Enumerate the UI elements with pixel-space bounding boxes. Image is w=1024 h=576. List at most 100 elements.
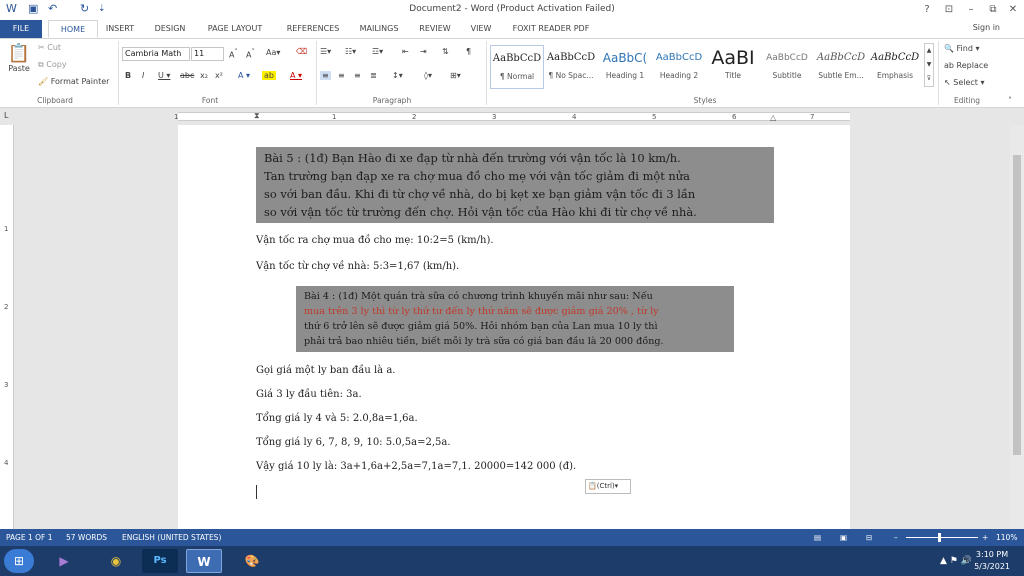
shading-icon[interactable]: ◊▾ [424,71,432,80]
decrease-indent-icon[interactable]: ⇤ [402,47,409,56]
tab-mailings[interactable]: MAILINGS [354,20,404,38]
replace-label: Replace [956,61,989,70]
find-button[interactable]: 🔍 Find ▾ [944,44,979,53]
print-layout-icon[interactable]: ▣ [840,533,847,542]
tab-design[interactable]: DESIGN [148,20,192,38]
page-count[interactable]: PAGE 1 OF 1 [6,533,53,542]
ribbon-display-options-button[interactable]: ⊡ [938,2,960,18]
word-taskbar-icon[interactable]: W [186,549,222,573]
photoshop-icon[interactable]: Ps [142,549,178,573]
clear-formatting-icon[interactable]: ⌫ [296,47,307,56]
bullets-icon[interactable]: ☰▾ [320,47,331,56]
paste-options-button[interactable]: 📋(Ctrl)▾ [585,479,631,494]
horizontal-ruler[interactable]: L 1 1 2 3 4 5 6 7 ⧗ △ [0,109,1024,125]
tab-home[interactable]: HOME [48,20,98,38]
tab-review[interactable]: REVIEW [414,20,456,38]
style-title[interactable]: AaBI Title [706,45,760,89]
maximize-button[interactable]: ⧉ [982,2,1004,18]
align-center-icon[interactable]: ≡ [338,71,345,80]
align-left-icon[interactable]: ≡ [320,71,331,80]
visual-studio-icon[interactable]: ▶ [46,549,82,573]
problem-image-bai-5[interactable]: Bài 5 : (1đ) Bạn Hào đi xe đạp từ nhà đế… [256,147,774,223]
zoom-out-icon[interactable]: – [894,533,898,542]
italic-icon[interactable]: I [142,71,144,80]
font-name-box[interactable]: Cambria Math [122,47,190,61]
paint-icon[interactable]: 🎨 [234,549,270,573]
word-count[interactable]: 57 WORDS [66,533,107,542]
answer-line: Tổng giá ly 4 và 5: 2.0,8a=1,6a. [256,413,418,424]
subscript-icon[interactable]: x₂ [200,71,208,80]
zoom-slider-thumb[interactable] [938,533,941,542]
show-marks-icon[interactable]: ¶ [466,47,471,56]
indent-marker-icon[interactable]: ⧗ [254,111,260,121]
style-no-spacing[interactable]: AaBbCcD ¶ No Spac... [544,45,598,89]
text-effects-icon[interactable]: A ▾ [238,71,250,80]
customize-quick-access-icon[interactable]: ⇣ [98,4,106,14]
right-indent-marker-icon[interactable]: △ [770,113,776,122]
vertical-ruler[interactable]: 1 2 3 4 [0,125,14,529]
style-heading-2[interactable]: AaBbCcD Heading 2 [652,45,706,89]
grow-font-icon[interactable]: A˄ [229,48,238,60]
tab-selector-icon[interactable]: L [4,111,8,120]
style-subtle-emphasis[interactable]: AaBbCcD Subtle Em... [814,45,868,89]
style-heading-1[interactable]: AaBbC(Heading 1 [598,45,652,89]
copy-button[interactable]: ⧉ Copy [38,60,67,70]
document-page[interactable]: Bài 5 : (1đ) Bạn Hào đi xe đạp từ nhà đế… [178,125,850,529]
cut-button[interactable]: ✂ Cut [38,43,61,52]
vertical-scrollbar[interactable] [1010,125,1024,529]
format-painter-button[interactable]: 🖌 Format Painter [38,77,109,86]
justify-icon[interactable]: ≣ [370,71,377,80]
sort-icon[interactable]: ⇅ [442,47,449,56]
tab-page-layout[interactable]: PAGE LAYOUT [200,20,270,38]
help-button[interactable]: ? [916,2,938,18]
problem-image-bai-4[interactable]: Bài 4 : (1đ) Một quán trà sữa có chương … [296,286,734,352]
tab-references[interactable]: REFERENCES [280,20,346,38]
zoom-level[interactable]: 110% [996,533,1017,542]
styles-scroll-icon[interactable]: ▲ ▼ ⊽ [924,43,934,87]
chrome-icon[interactable]: ◉ [98,549,134,573]
font-color-icon[interactable]: A ▾ [290,71,302,80]
read-mode-icon[interactable]: ▤ [814,533,821,542]
style-subtitle[interactable]: AaBbCcD Subtitle [760,45,814,89]
increase-indent-icon[interactable]: ⇥ [420,47,427,56]
underline-icon[interactable]: U ▾ [158,71,170,80]
collapse-ribbon-icon[interactable]: ˄ [1008,96,1012,105]
language-indicator[interactable]: ENGLISH (UNITED STATES) [122,533,221,542]
tab-foxit-reader-pdf[interactable]: FOXIT READER PDF [508,20,594,38]
image-text-line: Bài 5 : (1đ) Bạn Hào đi xe đạp từ nhà đế… [264,151,681,165]
superscript-icon[interactable]: x² [215,71,223,80]
borders-icon[interactable]: ⊞▾ [450,71,461,80]
line-spacing-icon[interactable]: ↕▾ [392,71,403,80]
zoom-in-icon[interactable]: + [982,533,988,542]
bold-icon[interactable]: B [125,71,131,80]
style-normal[interactable]: AaBbCcD ¶ Normal [490,45,544,89]
minimize-button[interactable]: – [960,2,982,18]
change-case-icon[interactable]: Aa▾ [266,48,280,57]
style-emphasis[interactable]: AaBbCcD Emphasis [868,45,922,89]
replace-button[interactable]: ab Replace [944,61,988,70]
paste-button[interactable]: 📋 Paste [6,43,32,73]
tab-view[interactable]: VIEW [464,20,498,38]
start-orb-icon[interactable]: ⊞ [4,549,34,573]
web-layout-icon[interactable]: ⊟ [866,533,872,542]
ruler-number: 4 [572,113,577,121]
save-icon[interactable]: ▣ [28,2,38,15]
close-button[interactable]: ✕ [1002,2,1024,18]
select-button[interactable]: ↖ Select ▾ [944,78,985,87]
undo-icon[interactable]: ↶ [48,2,57,15]
font-size-box[interactable]: 11 [191,47,224,61]
clock[interactable]: 3:10 PM 5/3/2021 [974,549,1010,573]
tab-file[interactable]: FILE [0,20,42,38]
zoom-slider[interactable] [906,537,978,538]
numbering-icon[interactable]: ☷▾ [345,47,356,56]
highlight-icon[interactable]: ab [262,71,276,80]
shrink-font-icon[interactable]: A˅ [246,48,255,60]
tray-icons[interactable]: ▲ ⚑ 🔊 [940,556,972,566]
multilevel-list-icon[interactable]: ☲▾ [372,47,383,56]
sign-in-link[interactable]: Sign in [973,23,1000,32]
align-right-icon[interactable]: ≡ [354,71,361,80]
tab-insert[interactable]: INSERT [100,20,140,38]
strikethrough-icon[interactable]: abc [180,71,194,80]
redo-icon[interactable]: ↻ [80,2,89,15]
scrollbar-thumb[interactable] [1013,155,1021,455]
